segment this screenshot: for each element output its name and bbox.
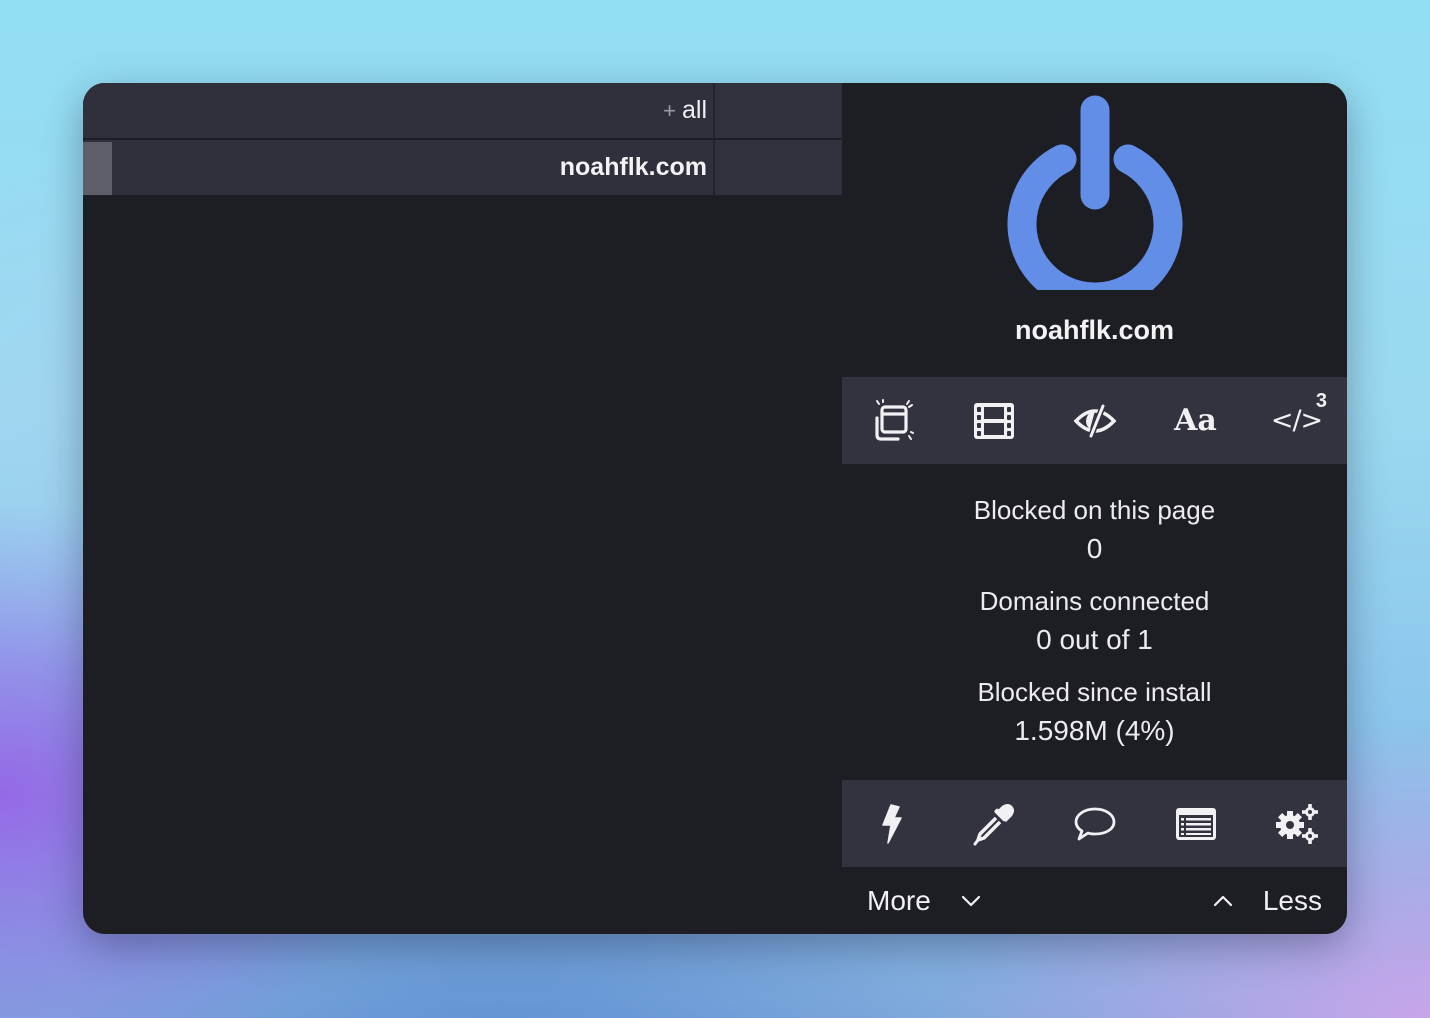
script-count-badge: 3 [1315,390,1327,412]
firewall-row-domain-label: noahflk.com [559,153,707,181]
element-zapper-button[interactable] [842,780,943,867]
list-logger-icon [1175,807,1216,840]
lightning-zapper-icon [881,803,902,844]
eyedropper-picker-icon [973,803,1014,845]
firewall-row-all-label-cell: + all [83,83,711,138]
open-dashboard-button[interactable] [1246,780,1347,867]
firewall-row-all-label: all [681,96,707,124]
popup-window: + all noahflk.com noahflk.com Aa </> 3 B… [83,83,1347,934]
less-label: Less [1262,884,1322,916]
javascript-code-icon: </> [1270,405,1323,436]
more-button[interactable]: More [867,867,981,934]
main-pane: noahflk.com Aa </> 3 Blocked on this pag… [842,83,1347,934]
per-site-switches-toolbar: Aa </> 3 [842,377,1347,464]
power-icon [1007,95,1183,312]
more-label: More [867,884,931,916]
blocked-page-label: Blocked on this page [973,495,1216,525]
tools-toolbar [842,780,1347,867]
stats-section: Blocked on this page 0 Domains connected… [842,491,1347,764]
page-hostname: noahflk.com [1014,315,1175,345]
chevron-down-icon [961,895,980,906]
remote-fonts-icon: Aa [1174,403,1217,438]
speech-bubble-report-icon [1074,807,1115,840]
domains-connected-label: Domains connected [979,586,1210,616]
toggle-popups-button[interactable] [842,377,943,464]
firewall-pane: + all noahflk.com [83,83,842,934]
element-picker-button[interactable] [943,780,1044,867]
footer: More Less [842,867,1347,934]
chevron-up-icon [1213,895,1232,906]
less-button[interactable]: Less [1213,867,1322,934]
firewall-rule-cell[interactable] [713,83,842,138]
blocked-install-value: 1.598M (4%) [1014,715,1175,746]
popup-block-icon [874,398,914,441]
firewall-rule-cell[interactable] [713,140,842,195]
blocked-page-value: 0 [1086,533,1103,564]
firewall-row-domain[interactable]: noahflk.com [83,140,842,197]
gears-dashboard-icon [1275,803,1318,844]
report-issue-button[interactable] [1044,780,1145,867]
blocked-install-label: Blocked since install [977,677,1212,707]
domains-connected-value: 0 out of 1 [1036,624,1153,655]
toggle-remote-fonts-button[interactable]: Aa [1145,377,1246,464]
media-film-icon [973,402,1014,439]
toggle-media-button[interactable] [943,377,1044,464]
toggle-javascript-button[interactable]: </> 3 [1246,377,1347,464]
firewall-row-all[interactable]: + all [83,83,842,140]
firewall-row-domain-label-cell: noahflk.com [83,140,711,195]
toggle-cosmetic-filtering-button[interactable] [1044,377,1145,464]
power-switch-button[interactable] [1005,95,1185,312]
plus-icon: + [663,97,676,123]
cosmetic-filter-eye-icon [1073,404,1116,437]
open-logger-button[interactable] [1145,780,1246,867]
